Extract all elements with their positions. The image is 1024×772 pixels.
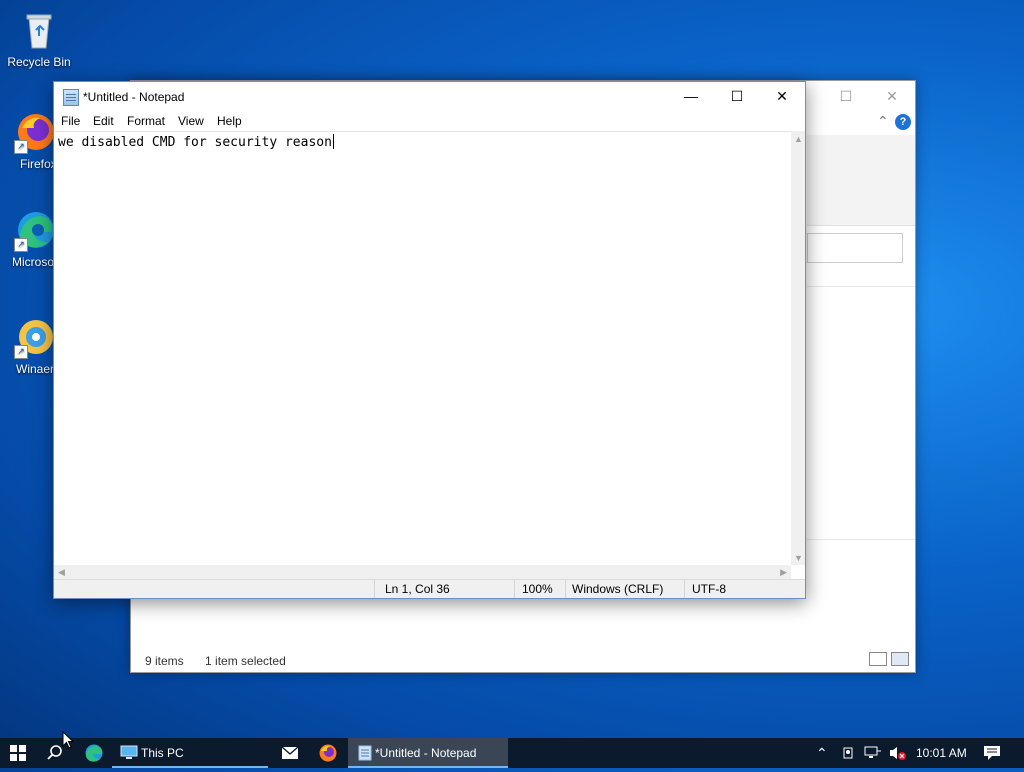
taskbar-firefox-button[interactable] (310, 738, 346, 768)
taskbar-mail-button[interactable] (272, 738, 308, 768)
network-icon[interactable] (864, 738, 884, 768)
action-center-button[interactable] (976, 738, 1024, 768)
menu-help[interactable]: Help (217, 114, 242, 128)
windows-logo-icon (10, 745, 26, 761)
mouse-cursor-icon (62, 731, 74, 749)
firefox-icon: ↗ (14, 110, 54, 154)
menu-file[interactable]: File (61, 114, 80, 128)
desktop-icon-label: Recycle Bin (7, 55, 71, 69)
vertical-scrollbar[interactable]: ▲ ▼ (791, 131, 805, 565)
status-divider (565, 580, 566, 598)
cursor-position: Ln 1, Col 36 (385, 582, 450, 596)
taskbar-this-pc[interactable]: This PC (112, 738, 268, 768)
item-count: 9 items (145, 654, 184, 668)
desktop-icon-firefox[interactable]: ↗ Firefox (0, 110, 54, 172)
minimize-button[interactable]: — (668, 82, 714, 111)
menu-edit[interactable]: Edit (93, 114, 114, 128)
zoom-level: 100% (522, 582, 553, 596)
shortcut-arrow-icon: ↗ (14, 345, 28, 359)
volume-muted-icon[interactable] (888, 738, 908, 768)
edge-icon: ↗ (14, 208, 54, 252)
notepad-titlebar[interactable]: *Untitled - Notepad — ☐ ✕ (54, 82, 805, 111)
winaero-tweaker-icon: ↗ (14, 315, 54, 359)
taskbar: This PC *Untitled - Notepad ⌃ 10:01 AM (0, 738, 1024, 768)
status-divider (684, 580, 685, 598)
horizontal-scrollbar[interactable]: ◀ ▶ (54, 565, 791, 580)
status-divider (514, 580, 515, 598)
menu-bar: File Edit Format View Help (54, 111, 805, 131)
desktop-icon-recycle-bin[interactable]: Recycle Bin (2, 8, 76, 70)
collapse-ribbon-icon[interactable]: ⌃ (877, 113, 889, 130)
computer-icon (120, 745, 138, 759)
desktop-icon-winaero-tweaker[interactable]: ↗ Winaero Tweaker (0, 315, 54, 377)
encoding: UTF-8 (692, 582, 726, 596)
edge-icon (85, 744, 103, 762)
notepad-icon (63, 89, 79, 106)
menu-format[interactable]: Format (127, 114, 165, 128)
text-caret (332, 134, 334, 149)
start-button[interactable] (0, 738, 36, 768)
status-divider (374, 580, 375, 598)
document-text: we disabled CMD for security reason (58, 135, 332, 150)
selection-count: 1 item selected (205, 654, 286, 668)
shortcut-arrow-icon: ↗ (14, 238, 28, 252)
recycle-bin-icon (17, 8, 61, 52)
firefox-icon (319, 744, 337, 762)
menu-view[interactable]: View (178, 114, 204, 128)
large-icons-view-button[interactable] (891, 652, 909, 666)
maximize-button[interactable]: ☐ (714, 82, 760, 111)
show-hidden-icons-button[interactable]: ⌃ (816, 738, 834, 768)
desktop-icon-label: Microsoft Edge (12, 255, 54, 269)
taskbar-label: *Untitled - Notepad (375, 746, 477, 760)
explorer-divider (807, 539, 915, 540)
notepad-status-bar: Ln 1, Col 36 100% Windows (CRLF) UTF-8 (54, 579, 805, 598)
close-button[interactable]: ✕ (759, 82, 805, 111)
shortcut-arrow-icon: ↗ (14, 140, 28, 154)
taskbar-edge-button[interactable] (76, 738, 112, 768)
details-view-button[interactable] (869, 652, 887, 666)
mail-icon (281, 746, 299, 759)
notepad-icon (358, 745, 372, 761)
clock[interactable]: 10:01 AM (916, 738, 972, 768)
desktop-icon-label: Winaero Tweaker (16, 362, 54, 376)
taskbar-label: This PC (141, 746, 184, 760)
desktop-icon-label: Firefox (20, 157, 54, 171)
explorer-status-bar: 9 items 1 item selected (145, 654, 304, 668)
taskbar-notepad[interactable]: *Untitled - Notepad (348, 738, 508, 768)
scroll-right-arrow-icon[interactable]: ▶ (780, 567, 787, 578)
scroll-down-arrow-icon[interactable]: ▼ (794, 553, 803, 563)
explorer-ribbon-area (807, 135, 915, 226)
scroll-up-arrow-icon[interactable]: ▲ (794, 134, 803, 144)
scroll-left-arrow-icon[interactable]: ◀ (58, 567, 65, 578)
help-icon[interactable]: ? (895, 114, 911, 130)
text-editor-area[interactable]: we disabled CMD for security reason (54, 131, 791, 565)
explorer-maximize-button[interactable]: ☐ (823, 85, 869, 107)
explorer-ribbon-bar: ⌃ ? (807, 111, 915, 135)
line-ending: Windows (CRLF) (572, 582, 664, 596)
explorer-divider (807, 286, 915, 287)
desktop-icon-edge[interactable]: ↗ Microsoft Edge (0, 208, 54, 270)
explorer-close-button[interactable]: ✕ (869, 85, 915, 107)
explorer-search-box[interactable] (807, 233, 903, 263)
notification-icon (984, 746, 1000, 760)
window-title: *Untitled - Notepad (83, 90, 185, 104)
meet-now-icon[interactable] (842, 738, 858, 768)
notepad-window[interactable]: *Untitled - Notepad — ☐ ✕ File Edit Form… (53, 81, 806, 599)
